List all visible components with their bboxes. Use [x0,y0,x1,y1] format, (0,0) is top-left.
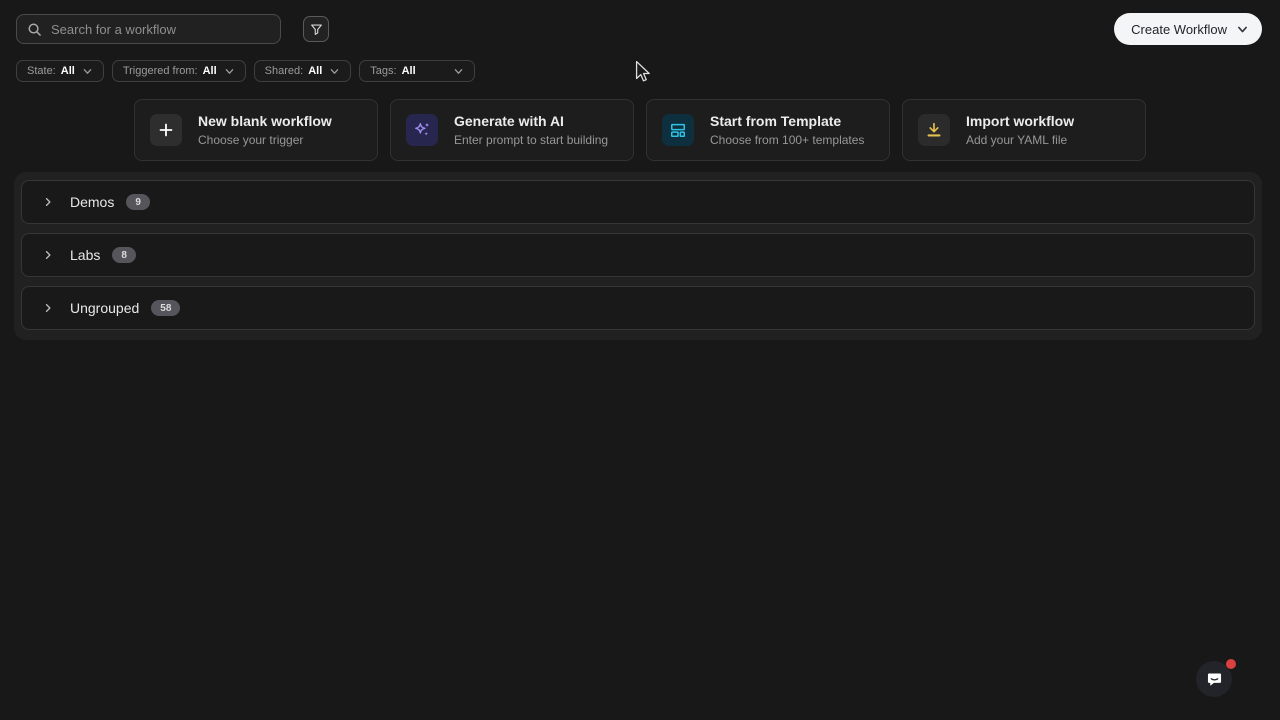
filter-triggered-from[interactable]: Triggered from: All [111,60,246,82]
card-subtitle: Choose from 100+ templates [710,132,865,147]
filter-tags-label: Tags: [370,65,397,77]
group-count-badge: 58 [151,300,181,316]
filter-state-value: All [60,65,75,77]
filter-bar: State: All Triggered from: All Shared: A… [16,60,476,82]
filter-button[interactable] [303,16,329,42]
cursor-pointer [635,61,651,82]
group-count-badge: 8 [112,247,136,263]
card-title: Start from Template [710,112,842,129]
filter-shared-label: Shared: [264,65,304,77]
filter-tags[interactable]: Tags: All [359,60,476,82]
chevron-down-icon [82,66,93,77]
card-title: New blank workflow [198,112,332,129]
filter-triggered-from-label: Triggered from: [122,65,198,77]
card-title: Import workflow [966,112,1075,129]
chevron-down-icon [453,66,464,77]
generate-with-ai-card[interactable]: Generate with AI Enter prompt to start b… [390,99,634,161]
funnel-icon [310,23,323,36]
workflow-search [16,14,281,44]
create-workflow-button[interactable]: Create Workflow [1114,13,1262,45]
group-row-demos[interactable]: Demos 9 [21,180,1255,224]
chevron-right-icon [42,196,54,208]
template-icon [662,114,694,146]
search-icon [27,22,42,37]
chat-bubble-icon [1206,671,1223,688]
group-label: Demos [70,194,115,210]
card-title: Generate with AI [454,112,564,129]
chevron-right-icon [42,302,54,314]
start-from-template-card[interactable]: Start from Template Choose from 100+ tem… [646,99,890,161]
group-row-labs[interactable]: Labs 8 [21,233,1255,277]
filter-shared-value: All [308,65,323,77]
filter-state-label: State: [27,65,56,77]
create-workflow-label: Create Workflow [1131,21,1227,37]
card-subtitle: Add your YAML file [966,132,1068,147]
chevron-down-icon [329,66,340,77]
search-input[interactable] [51,21,270,37]
download-icon [918,114,950,146]
filter-state[interactable]: State: All [16,60,104,82]
import-workflow-card[interactable]: Import workflow Add your YAML file [902,99,1146,161]
card-subtitle: Choose your trigger [198,132,304,147]
group-label: Ungrouped [70,300,140,316]
filter-shared[interactable]: Shared: All [253,60,352,82]
card-subtitle: Enter prompt to start building [454,132,609,147]
filter-triggered-from-value: All [202,65,217,77]
notification-dot [1226,659,1236,669]
group-count-badge: 9 [126,194,150,210]
chevron-right-icon [42,249,54,261]
workflow-groups-container: Demos 9 Labs 8 Ungrouped 58 [14,172,1262,340]
filter-tags-value: All [401,65,416,77]
plus-icon [150,114,182,146]
new-blank-workflow-card[interactable]: New blank workflow Choose your trigger [134,99,378,161]
group-label: Labs [70,247,101,263]
group-row-ungrouped[interactable]: Ungrouped 58 [21,286,1255,330]
create-options-row: New blank workflow Choose your trigger G… [0,99,1280,161]
sparkles-icon [406,114,438,146]
chevron-down-icon [1236,23,1249,36]
chevron-down-icon [224,66,235,77]
